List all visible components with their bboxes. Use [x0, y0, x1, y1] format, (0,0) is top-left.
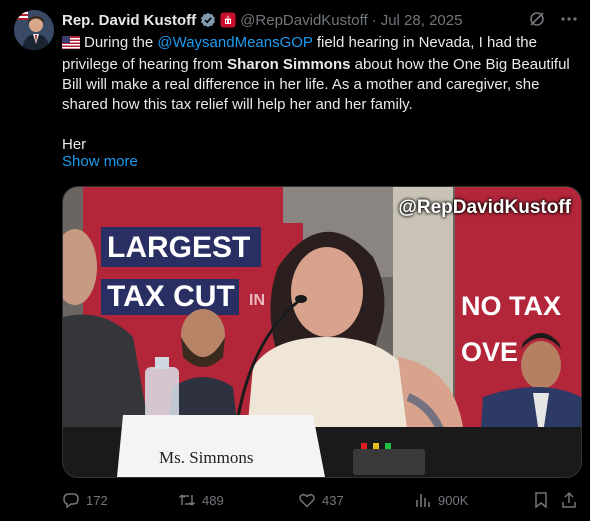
share-icon [562, 491, 576, 508]
us-flag-icon [62, 35, 80, 55]
tweet-text-part4: Her [62, 136, 87, 153]
grok-icon[interactable] [528, 10, 546, 32]
tweet-text-part1: During the [84, 34, 158, 51]
mention-link[interactable]: @WaysandMeansGOP [157, 34, 312, 51]
reply-count: 172 [86, 492, 108, 508]
sign-in: IN [249, 292, 265, 309]
tweet-actions: 172 489 437 900K [62, 488, 580, 512]
bookmark-button[interactable] [532, 491, 550, 509]
highlighted-name: Sharon Simmons [227, 56, 351, 73]
avatar[interactable] [14, 10, 54, 50]
sign-no-tax: NO TAX [461, 291, 561, 321]
author-handle[interactable]: @RepDavidKustoff [240, 12, 368, 29]
author-name[interactable]: Rep. David Kustoff [62, 12, 196, 29]
nameplate-text: Ms. Simmons [159, 448, 253, 467]
like-button[interactable]: 437 [298, 491, 344, 509]
show-more-link[interactable]: Show more [62, 153, 138, 170]
verified-badge-icon [200, 12, 216, 28]
bookmark-icon [535, 492, 547, 509]
video-watermark: @RepDavidKustoff [398, 197, 571, 218]
tweet-text: During the @WaysandMeansGOP field hearin… [62, 33, 582, 155]
tweet-header: Rep. David Kustoff @RepDavidKustoff · Ju… [62, 10, 578, 30]
view-count: 900K [438, 492, 469, 508]
header-actions [528, 10, 578, 32]
more-options-icon[interactable] [560, 10, 578, 32]
government-affiliation-icon [220, 12, 236, 28]
repost-button[interactable]: 489 [178, 491, 224, 509]
sign-largest: LARGEST [107, 231, 250, 264]
reply-icon [63, 493, 79, 509]
sign-overtime: OVE [461, 337, 518, 367]
repost-count: 489 [202, 492, 224, 508]
views-button[interactable]: 900K [414, 491, 468, 509]
tweet-date[interactable]: Jul 28, 2025 [381, 12, 463, 29]
separator-dot: · [371, 11, 377, 29]
reply-button[interactable]: 172 [62, 491, 108, 509]
repost-icon [178, 494, 196, 506]
sign-tax-cut: TAX CUT [107, 280, 235, 313]
video-frame: LARGEST TAX CUT IN NO TAX OVE Ms. Simmon… [63, 187, 581, 477]
share-button[interactable] [560, 491, 578, 509]
heart-icon [299, 493, 315, 508]
like-count: 437 [322, 492, 344, 508]
tweet-video[interactable]: LARGEST TAX CUT IN NO TAX OVE Ms. Simmon… [62, 186, 582, 478]
analytics-icon [416, 494, 430, 507]
